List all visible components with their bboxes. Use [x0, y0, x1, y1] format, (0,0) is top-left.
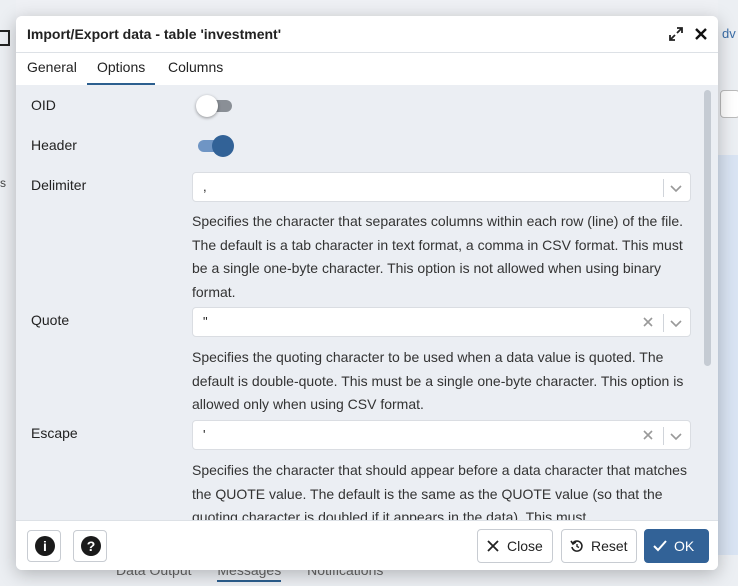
- close-icon: [487, 540, 499, 552]
- delimiter-help: Specifies the character that separates c…: [192, 213, 684, 300]
- background-button[interactable]: [720, 90, 738, 118]
- background-left-text: s: [0, 176, 6, 190]
- quote-select[interactable]: ": [192, 307, 691, 337]
- background-editor-area: [718, 155, 738, 555]
- select-separator: [663, 179, 664, 197]
- delimiter-select[interactable]: ,: [192, 172, 691, 202]
- delimiter-label: Delimiter: [31, 177, 87, 193]
- escape-help: Specifies the character that should appe…: [192, 462, 687, 520]
- info-button[interactable]: i: [27, 530, 61, 562]
- close-icon[interactable]: [692, 25, 710, 43]
- toggle-knob: [212, 135, 234, 157]
- ok-button-label: OK: [674, 538, 695, 554]
- reset-button[interactable]: Reset: [561, 529, 637, 563]
- background-right-panel: [718, 0, 738, 586]
- escape-select[interactable]: ': [192, 420, 691, 450]
- options-scrollbar[interactable]: [704, 87, 712, 517]
- quote-help: Specifies the quoting character to be us…: [192, 349, 684, 412]
- dialog-footer: i ? Close Reset OK: [16, 520, 718, 570]
- escape-label: Escape: [31, 425, 78, 441]
- dialog-tabs: General Options Columns: [16, 52, 718, 86]
- quote-value: ": [203, 314, 208, 329]
- table-icon: [0, 30, 10, 46]
- dialog-titlebar[interactable]: Import/Export data - table 'investment': [16, 16, 718, 52]
- select-separator: [663, 314, 664, 332]
- expand-icon[interactable]: [668, 26, 684, 42]
- toggle-knob: [196, 95, 218, 117]
- delimiter-value: ,: [203, 179, 207, 194]
- quote-label: Quote: [31, 312, 70, 328]
- info-icon: i: [35, 536, 55, 556]
- close-button[interactable]: Close: [477, 529, 553, 563]
- tab-options[interactable]: Options: [87, 59, 156, 85]
- close-button-label: Close: [507, 538, 543, 554]
- help-icon: ?: [81, 536, 101, 556]
- ok-button[interactable]: OK: [644, 529, 709, 563]
- check-icon: [653, 540, 667, 552]
- background-left-panel: [0, 0, 16, 586]
- clear-icon[interactable]: [641, 315, 655, 329]
- header-toggle[interactable]: [196, 135, 234, 157]
- chevron-down-icon[interactable]: [669, 316, 683, 330]
- tab-general[interactable]: General: [27, 59, 77, 83]
- clear-icon[interactable]: [641, 428, 655, 442]
- chevron-down-icon[interactable]: [669, 429, 683, 443]
- oid-toggle[interactable]: [196, 95, 234, 117]
- options-panel: OID Header Delimiter , Specifies the cha…: [16, 85, 718, 520]
- chevron-down-icon[interactable]: [669, 181, 683, 195]
- help-button[interactable]: ?: [73, 530, 107, 562]
- oid-label: OID: [31, 97, 56, 113]
- header-label: Header: [31, 137, 77, 153]
- background-tab[interactable]: dv: [722, 26, 736, 41]
- reset-button-label: Reset: [591, 538, 628, 554]
- tab-columns[interactable]: Columns: [168, 59, 223, 83]
- scrollbar-thumb[interactable]: [704, 90, 711, 366]
- escape-value: ': [203, 427, 206, 442]
- select-separator: [663, 427, 664, 445]
- reset-icon: [570, 540, 583, 552]
- import-export-dialog: Import/Export data - table 'investment' …: [16, 16, 718, 570]
- dialog-title: Import/Export data - table 'investment': [27, 26, 282, 42]
